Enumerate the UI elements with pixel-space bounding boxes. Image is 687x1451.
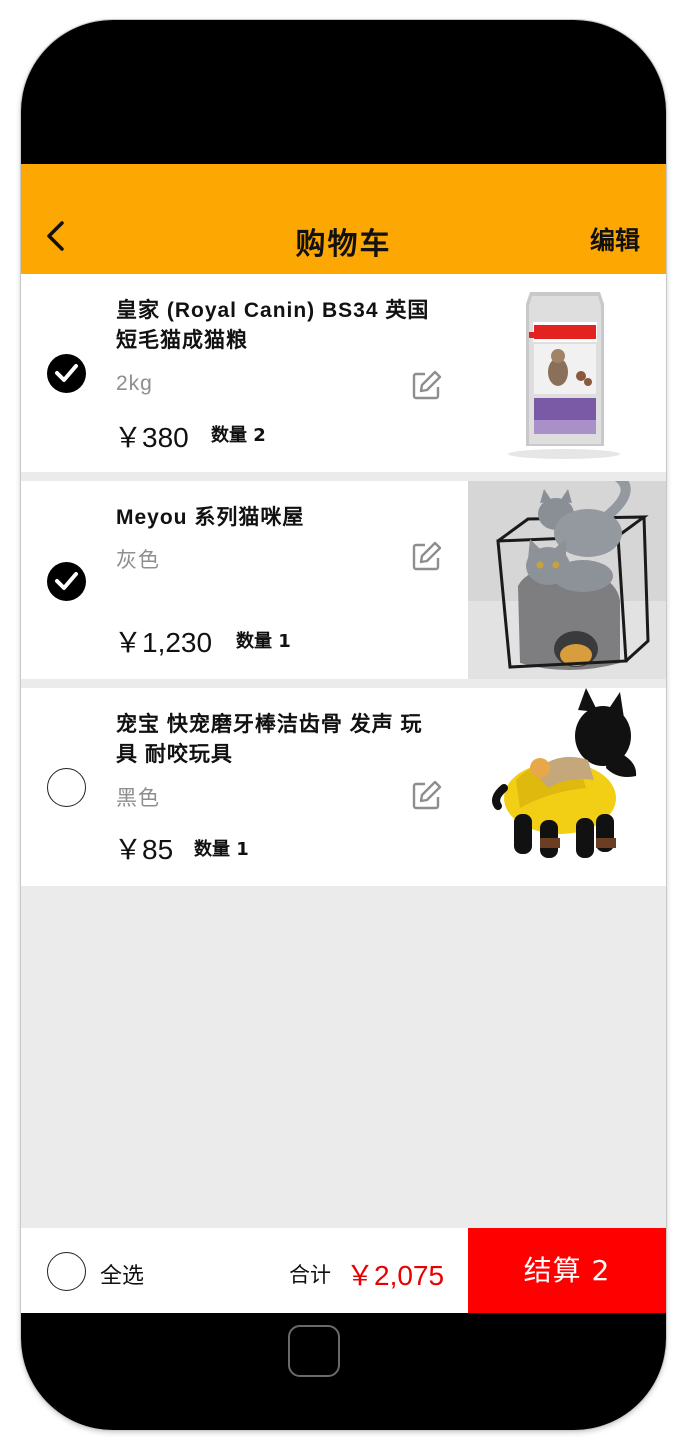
select-all-checkbox[interactable] [47,1252,86,1291]
phone-frame: 购物车 编辑 皇家 (Royal Canin) BS34 英国短毛猫成猫粮 2k… [21,20,666,1430]
item-checkbox-unchecked[interactable] [47,768,86,807]
item-quantity: 数量 1 [194,839,249,860]
item-quantity: 数量 1 [236,631,291,652]
checkmark-icon [55,572,78,590]
item-variant: 灰色 [116,549,160,572]
checkmark-icon [55,364,78,382]
cat-house-image [468,481,666,679]
item-name: 皇家 (Royal Canin) BS34 英国短毛猫成猫粮 [116,299,430,352]
total-label: 合计 [289,1263,331,1287]
cart-item: 皇家 (Royal Canin) BS34 英国短毛猫成猫粮 2kg ￥380 … [21,274,666,472]
item-price: ￥1,230 [114,627,213,658]
item-checkbox-checked[interactable] [47,562,86,601]
edit-icon[interactable] [411,540,443,572]
item-name: 宠宝 快宠磨牙棒洁齿骨 发声 玩具 耐咬玩具 [116,713,423,766]
item-checkbox-checked[interactable] [47,354,86,393]
item-price: ￥85 [114,834,174,865]
edit-icon[interactable] [411,369,443,401]
item-quantity: 数量 2 [211,425,266,446]
edit-icon[interactable] [411,779,443,811]
checkout-button[interactable]: 结算 2 [468,1228,666,1313]
dog-toy-image [468,688,666,886]
total-amount: ￥2,075 [346,1260,445,1291]
screen: 购物车 编辑 皇家 (Royal Canin) BS34 英国短毛猫成猫粮 2k… [21,164,666,1313]
item-variant: 黑色 [116,787,160,810]
home-button[interactable] [288,1325,340,1377]
select-all-label: 全选 [100,1264,145,1289]
cart-item: 宠宝 快宠磨牙棒洁齿骨 发声 玩具 耐咬玩具 黑色 ￥85 数量 1 [21,688,666,886]
item-variant: 2kg [116,372,153,395]
page-title: 购物车 [295,227,392,262]
checkout-bar: 全选 合计 ￥2,075 结算 2 [21,1228,666,1313]
royal-canin-bag-image [468,274,666,472]
nav-header: 购物车 编辑 [21,164,666,274]
item-name: Meyou 系列猫咪屋 [116,506,305,529]
edit-button[interactable]: 编辑 [590,221,640,257]
item-price: ￥380 [114,422,189,453]
cart-item: Meyou 系列猫咪屋 灰色 ￥1,230 数量 1 [21,481,666,679]
